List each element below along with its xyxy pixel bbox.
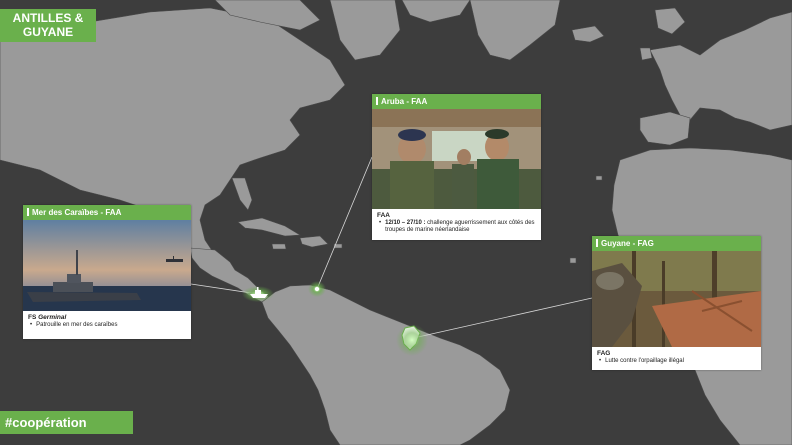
aruba-card-body: FAA • 12/10 – 27/10 : challenge aguerriss… — [377, 212, 535, 234]
guyane-card-header: Guyane - FAG — [592, 236, 761, 251]
guyane-card-label: FAG — [597, 350, 611, 357]
frigate-photo — [23, 220, 191, 311]
title-line-2: GUYANE — [22, 25, 74, 39]
map-slide: ANTILLES & GUYANE Mer des Caraïbes - FAA — [0, 0, 792, 445]
aruba-card-label: FAA — [377, 212, 390, 219]
guyane-card-bullet: Lutte contre l'orpaillage illégal — [605, 357, 684, 364]
ship-name: Germinal — [38, 314, 67, 321]
aruba-marker — [314, 286, 320, 292]
aruba-card: Aruba - FAA FAA • 12/10 – 27/10 : challen… — [372, 94, 541, 240]
aruba-card-header: Aruba - FAA — [372, 94, 541, 109]
caraibes-card-label: FS Germinal — [28, 314, 67, 321]
slide-title: ANTILLES & GUYANE — [0, 9, 96, 42]
caraibes-card-body: FS Germinal • Patrouille en mer des caraï… — [23, 311, 191, 332]
title-line-1: ANTILLES & — [12, 11, 84, 25]
guyane-card: Guyane - FAG FAG • Lutte contre l'orpaill… — [592, 236, 761, 370]
soldiers-photo — [372, 109, 541, 209]
aruba-card-dates: 12/10 – 27/10 : — [385, 219, 426, 226]
aruba-card-bullet: 12/10 – 27/10 : challenge aguerrissement… — [385, 219, 535, 234]
guyane-card-body: FAG • Lutte contre l'orpaillage illégal — [592, 347, 761, 368]
caraibes-card-header: Mer des Caraïbes - FAA — [23, 205, 191, 220]
caraibes-card: Mer des Caraïbes - FAA FS Germinal • Pat… — [23, 205, 191, 339]
forest-photo — [592, 251, 761, 347]
caraibes-card-bullet: Patrouille en mer des caraïbes — [36, 321, 118, 328]
hashtag-label: #coopération — [0, 411, 133, 434]
